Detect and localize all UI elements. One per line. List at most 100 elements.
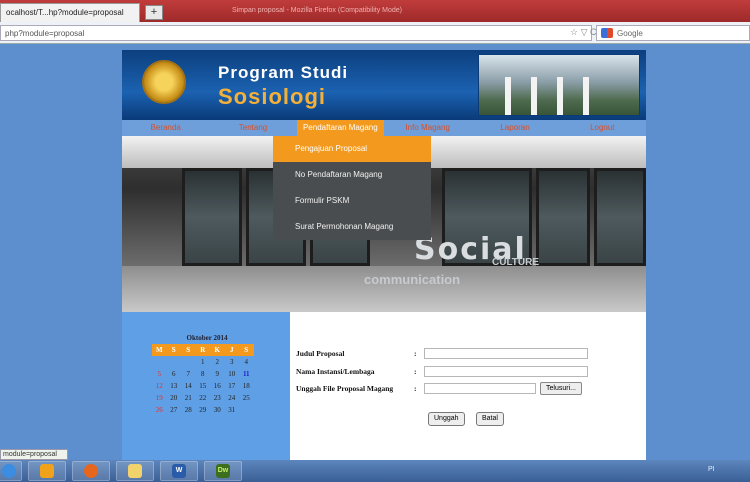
calendar-day: 17 — [228, 382, 236, 390]
calendar-day: 22 — [199, 394, 207, 402]
glass-panel — [182, 168, 242, 266]
calendar-day: 1 — [201, 358, 205, 366]
university-logo — [142, 60, 186, 104]
calendar-day: 20 — [170, 394, 178, 402]
nav-item-pendaftaran-magang[interactable]: Pendaftaran Magang — [296, 120, 384, 136]
institution-input[interactable] — [424, 365, 588, 377]
nav-dropdown-menu: Pengajuan Proposal No Pendaftaran Magang… — [273, 136, 431, 240]
calendar-day: 5 — [157, 370, 162, 378]
hero-text-communication: communication — [364, 272, 461, 287]
calendar-day: 23 — [213, 394, 221, 402]
firefox-icon — [84, 464, 98, 478]
calendar-day: 29 — [199, 406, 207, 414]
glass-panel — [536, 168, 590, 266]
browser-tabbar: ocalhost/T...hp?module=proposal + Simpan… — [0, 0, 750, 22]
calendar-day-name: J — [224, 344, 239, 356]
nav-item-beranda[interactable]: Beranda — [122, 120, 209, 136]
dropdown-item-formulir-pskm[interactable]: Formulir PSKM — [273, 188, 431, 214]
taskbar-ie[interactable] — [28, 461, 66, 481]
bookmark-star-icon[interactable]: ☆ ▽ C — [570, 27, 597, 38]
new-tab-button[interactable]: + — [145, 5, 163, 20]
calendar-day: 21 — [184, 394, 192, 402]
search-engine-icon[interactable] — [601, 28, 613, 38]
calendar-day: 3 — [230, 358, 234, 366]
calendar-day: 24 — [228, 394, 236, 402]
dropdown-item-surat-permohonan[interactable]: Surat Permohonan Magang — [273, 214, 431, 240]
taskbar-dreamweaver[interactable]: Dw — [204, 461, 242, 481]
browser-tab[interactable]: ocalhost/T...hp?module=proposal — [0, 3, 140, 22]
calendar-day: 10 — [228, 370, 236, 378]
main-nav: Beranda Tentang Pendaftaran Magang Info … — [122, 120, 646, 136]
ie-icon — [40, 464, 54, 478]
colon: : — [414, 366, 417, 376]
calendar-day-name: S — [166, 344, 181, 356]
taskbar-explorer[interactable] — [116, 461, 154, 481]
file-upload-label: Unggah File Proposal Magang — [296, 383, 394, 393]
header-title-line1: Program Studi — [218, 63, 349, 82]
nav-item-laporan[interactable]: Laporan — [471, 120, 558, 136]
nav-item-logout[interactable]: Logout — [559, 120, 646, 136]
form-row-file: Unggah File Proposal Magang : Telusuri..… — [296, 381, 582, 395]
calendar-day: 2 — [215, 358, 220, 366]
colon: : — [414, 383, 417, 393]
calendar-day: 31 — [228, 406, 236, 414]
form-row-institution: Nama Instansi/Lembaga : — [296, 365, 588, 377]
taskbar: W Dw PI — [0, 460, 750, 482]
calendar-day: 16 — [213, 382, 221, 390]
windows-start-icon — [2, 464, 16, 478]
calendar-week: 5 6 7 8 9 10 11 — [152, 368, 262, 380]
proposal-title-label: Judul Proposal — [296, 348, 345, 358]
calendar-header-row: M S S R K J S — [152, 344, 262, 356]
search-box[interactable]: Google — [596, 25, 750, 41]
calendar-day — [152, 356, 167, 368]
calendar-day: 18 — [242, 382, 250, 390]
calendar-week: 12 13 14 15 16 17 18 — [152, 380, 262, 392]
address-field[interactable]: php?module=proposal — [0, 25, 592, 41]
calendar-day: 8 — [201, 370, 205, 378]
calendar-day: 15 — [199, 382, 207, 390]
calendar-day: 13 — [170, 382, 178, 390]
calendar-day: 27 — [170, 406, 178, 414]
colon: : — [414, 348, 417, 358]
calendar: Oktober 2014 M S S R K J S 1 2 3 4 5 6 7… — [152, 334, 262, 416]
file-path-input[interactable] — [424, 382, 536, 394]
cancel-button[interactable]: Batal — [476, 412, 504, 426]
calendar-day: 28 — [184, 406, 192, 414]
calendar-day: 26 — [155, 406, 163, 414]
calendar-title: Oktober 2014 — [186, 334, 228, 342]
calendar-day-name: K — [210, 344, 225, 356]
tab-title: ocalhost/T...hp?module=proposal — [6, 8, 124, 17]
taskbar-word[interactable]: W — [160, 461, 198, 481]
nav-item-info-magang[interactable]: Info Magang — [384, 120, 471, 136]
calendar-day — [167, 356, 182, 368]
form-row-title: Judul Proposal : — [296, 347, 588, 359]
building-photo — [478, 54, 640, 116]
folder-icon — [128, 464, 142, 478]
calendar-day: 4 — [244, 358, 249, 366]
sidebar-calendar-panel: Oktober 2014 M S S R K J S 1 2 3 4 5 6 7… — [122, 312, 290, 462]
browse-button[interactable]: Telusuri... — [540, 381, 582, 395]
upload-button[interactable]: Unggah — [428, 412, 465, 426]
word-icon: W — [172, 464, 186, 478]
calendar-day-name: S — [181, 344, 196, 356]
calendar-day: 14 — [184, 382, 192, 390]
calendar-day-name: S — [239, 344, 254, 356]
header-title-line2: Sosiologi — [218, 84, 326, 109]
calendar-week: 19 20 21 22 23 24 25 — [152, 392, 262, 404]
proposal-title-input[interactable] — [424, 347, 588, 359]
hero-text-culture: CULTURE — [492, 257, 540, 268]
dropdown-item-no-pendaftaran[interactable]: No Pendaftaran Magang — [273, 162, 431, 188]
calendar-day — [181, 356, 196, 368]
address-bar-row: php?module=proposal ☆ ▽ C Google — [0, 22, 750, 44]
calendar-day: 7 — [186, 370, 191, 378]
institution-label: Nama Instansi/Lembaga — [296, 366, 375, 376]
search-engine-label: Google — [617, 29, 643, 38]
calendar-day-name: M — [152, 344, 167, 356]
site-header: Program Studi Sosiologi — [122, 50, 646, 120]
taskbar-firefox[interactable] — [72, 461, 110, 481]
start-button[interactable] — [0, 461, 22, 481]
calendar-day-name: R — [195, 344, 210, 356]
nav-item-tentang[interactable]: Tentang — [209, 120, 296, 136]
system-tray[interactable]: PI — [708, 466, 715, 473]
dropdown-item-pengajuan-proposal[interactable]: Pengajuan Proposal — [273, 136, 431, 162]
